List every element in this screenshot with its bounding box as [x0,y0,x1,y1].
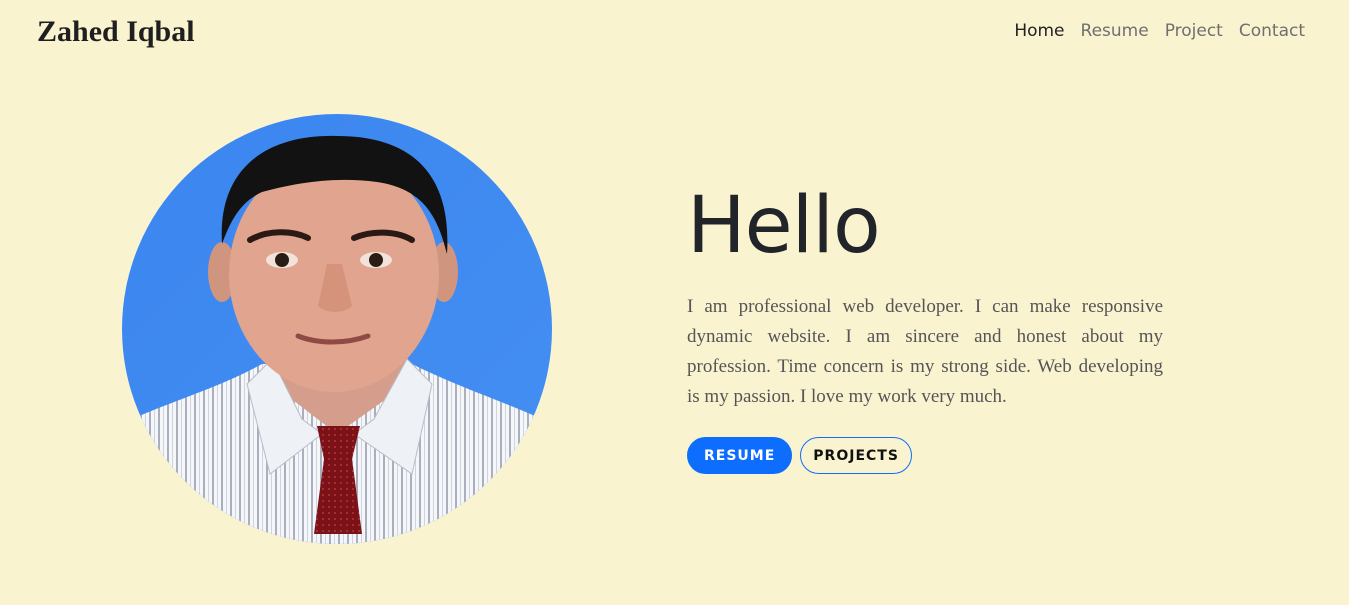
projects-button[interactable]: PROJECTS [800,437,912,474]
nav-home[interactable]: Home [1014,19,1064,43]
nav-project[interactable]: Project [1165,19,1223,43]
nav-contact[interactable]: Contact [1239,19,1305,43]
profile-photo-illustration [122,114,552,544]
hero-heading: Hello [687,181,881,271]
brand-logo[interactable]: Zahed Iqbal [37,14,195,50]
hero-section: Hello I am professional web developer. I… [687,178,1163,474]
resume-button[interactable]: RESUME [687,437,793,474]
hero-intro-text: I am professional web developer. I can m… [687,296,1163,407]
profile-photo [122,114,552,544]
main-nav: Home Resume Project Contact [1014,19,1305,43]
hero-buttons: RESUME PROJECTS [687,437,1163,474]
nav-resume[interactable]: Resume [1081,19,1149,43]
